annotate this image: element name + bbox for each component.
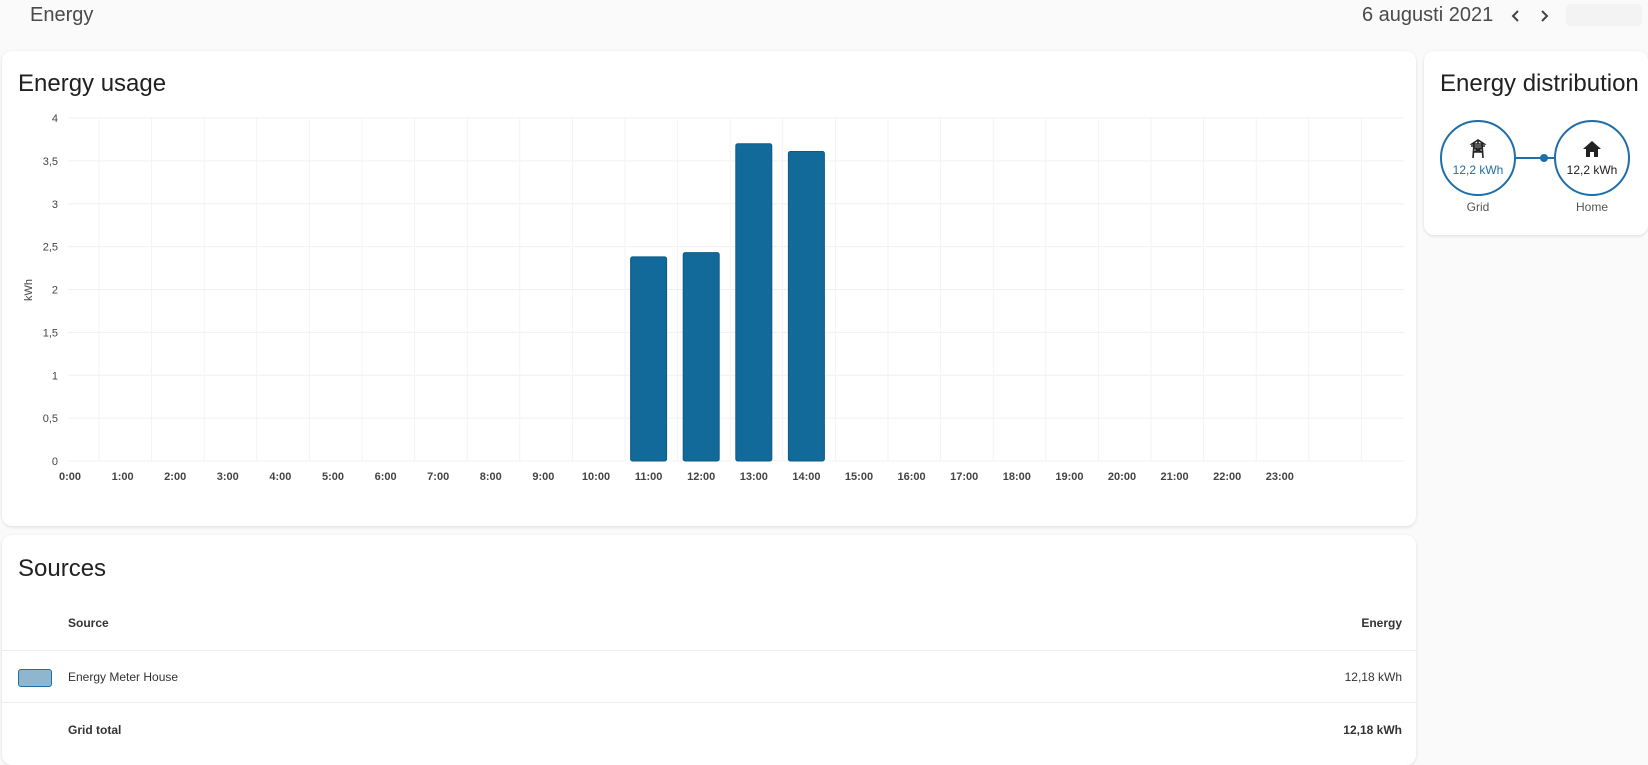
x-tick-label: 2:00 [164,471,186,483]
x-tick-label: 0:00 [59,471,81,483]
x-tick-label: 3:00 [217,471,239,483]
x-tick-label: 5:00 [322,471,344,483]
x-tick-label: 9:00 [532,471,554,483]
y-tick-label: 1 [52,370,58,382]
x-tick-label: 12:00 [687,471,715,483]
total-name: Grid total [68,723,122,737]
home-node[interactable]: 12,2 kWh [1554,120,1630,196]
date-label: 6 augusti 2021 [1362,4,1494,26]
energy-usage-card: Energy usage 0 0,5 1 1,5 2 2,5 3 3,5 4 kWh 0:00 1:0… [2,51,1416,526]
x-tick-label: 10:00 [582,471,610,483]
home-value: 12,2 kWh [1566,163,1618,177]
page-title: Energy [30,4,94,26]
x-tick-label: 19:00 [1055,471,1083,483]
x-tick-label: 8:00 [480,471,502,483]
x-tick-label: 4:00 [269,471,291,483]
grid-value: 12,2 kWh [1452,163,1504,177]
y-tick-label: 3 [52,199,58,211]
x-tick-label: 15:00 [845,471,873,483]
y-tick-label: 3,5 [43,156,58,168]
grid-node[interactable]: 12,2 kWh [1440,120,1516,196]
x-tick-label: 6:00 [375,471,397,483]
x-tick-label: 18:00 [1003,471,1031,483]
y-tick-label: 2 [52,285,58,297]
source-name: Energy Meter House [68,670,179,684]
row-divider [2,702,1416,703]
energy-distribution-title: Energy distribution [1440,70,1639,97]
y-tick-label: 4 [52,113,58,125]
chevron-left-icon [1511,10,1519,22]
next-day-button[interactable] [1532,4,1556,28]
x-tick-label: 7:00 [427,471,449,483]
home-icon [1583,141,1601,157]
transmission-tower-icon [1469,139,1487,159]
x-tick-label: 11:00 [635,471,663,483]
energy-column-header: Energy [1361,616,1402,630]
x-tick-label: 21:00 [1161,471,1189,483]
y-tick-label: 2,5 [43,242,58,254]
y-tick-label: 0 [52,456,58,468]
today-button[interactable] [1566,4,1642,26]
grid-label: Grid [1466,200,1490,214]
total-energy: 12,18 kWh [1343,723,1402,737]
x-tick-label: 1:00 [112,471,134,483]
bar [682,252,720,462]
header-divider [2,650,1416,651]
bar [787,150,825,462]
bar [735,143,773,462]
source-energy: 12,18 kWh [1344,670,1402,684]
sources-card: Sources Source Energy Energy Meter House… [2,535,1416,765]
x-tick-label: 14:00 [792,471,820,483]
energy-distribution-card: Energy distribution 12,2 kWh Grid 12,2 k… [1424,51,1648,235]
x-tick-label: 20:00 [1108,471,1136,483]
chevron-right-icon [1541,10,1549,22]
home-label: Home [1575,200,1608,214]
x-tick-label: 16:00 [898,471,926,483]
energy-usage-chart: 0 0,5 1 1,5 2 2,5 3 3,5 4 kWh 0:00 1:00 2:00 3:00 4:00… [23,113,1404,483]
flow-dot [1540,154,1548,162]
y-tick-label: 0,5 [43,413,58,425]
bar [630,256,668,462]
x-tick-label: 22:00 [1213,471,1241,483]
top-bar: Energy 6 augusti 2021 [0,0,1648,34]
previous-day-button[interactable] [1504,4,1528,28]
x-tick-label: 17:00 [950,471,978,483]
sources-title: Sources [18,555,107,582]
source-column-header: Source [68,616,109,630]
source-color-swatch [18,669,52,687]
x-tick-label: 13:00 [740,471,768,483]
y-tick-label: 1,5 [43,327,58,339]
x-tick-label: 23:00 [1266,471,1294,483]
y-axis-label: kWh [23,279,35,301]
